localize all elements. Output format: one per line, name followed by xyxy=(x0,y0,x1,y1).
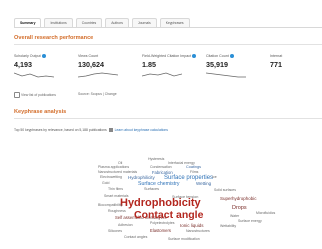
keyphrase-cloud: Hysteresis Oil Interfacial energy Plasma… xyxy=(0,0,322,249)
keyphrase[interactable]: Plasma applications xyxy=(98,165,129,170)
keyphrase[interactable]: Thin films xyxy=(108,187,123,192)
keyphrase[interactable]: Films xyxy=(190,170,198,175)
keyphrase[interactable]: Ice xyxy=(212,175,217,180)
keyphrase[interactable]: Ionic liquids xyxy=(180,223,204,229)
keyphrase[interactable]: Adhesion xyxy=(118,223,133,228)
keyphrase[interactable]: Surface energy xyxy=(238,219,262,224)
keyphrase[interactable]: Electrowetting xyxy=(100,175,122,180)
app-frame: { "tabs": [ {"label":"Summary","active":… xyxy=(0,0,322,249)
keyphrase[interactable]: Drops xyxy=(232,205,247,212)
keyphrase[interactable]: Surfaces xyxy=(144,187,159,192)
keyphrase[interactable]: Polyelectrolytes xyxy=(150,221,175,226)
keyphrase[interactable]: Wetting xyxy=(196,181,211,187)
keyphrase[interactable]: Surface modification xyxy=(168,237,200,242)
keyphrase[interactable]: Condensation xyxy=(150,165,172,170)
keyphrase[interactable]: Nanostructures xyxy=(186,229,210,234)
keyphrase[interactable]: Wettability xyxy=(220,224,236,229)
keyphrase[interactable]: Contact angles xyxy=(124,235,147,240)
keyphrase[interactable]: Elastomers xyxy=(150,228,171,233)
keyphrase[interactable]: Solid surfaces xyxy=(214,188,236,193)
keyphrase[interactable]: Roughness xyxy=(108,209,126,214)
keyphrase[interactable]: Silicones xyxy=(108,229,122,234)
keyphrase[interactable]: Microfluidics xyxy=(256,211,275,216)
keyphrase[interactable]: Hysteresis xyxy=(148,157,164,162)
keyphrase[interactable]: Gold xyxy=(102,181,109,186)
keyphrase-second[interactable]: Contact angle xyxy=(134,210,203,221)
keyphrase[interactable]: Water xyxy=(230,214,239,219)
keyphrase[interactable]: Hydrophilicity xyxy=(128,175,155,181)
keyphrase[interactable]: Nanostructured materials xyxy=(98,170,137,175)
keyphrase[interactable]: Superhydrophobic xyxy=(220,196,257,202)
keyphrase-top[interactable]: Hydrophobicity xyxy=(120,198,201,209)
keyphrase[interactable]: Biocompatibility xyxy=(98,203,122,208)
